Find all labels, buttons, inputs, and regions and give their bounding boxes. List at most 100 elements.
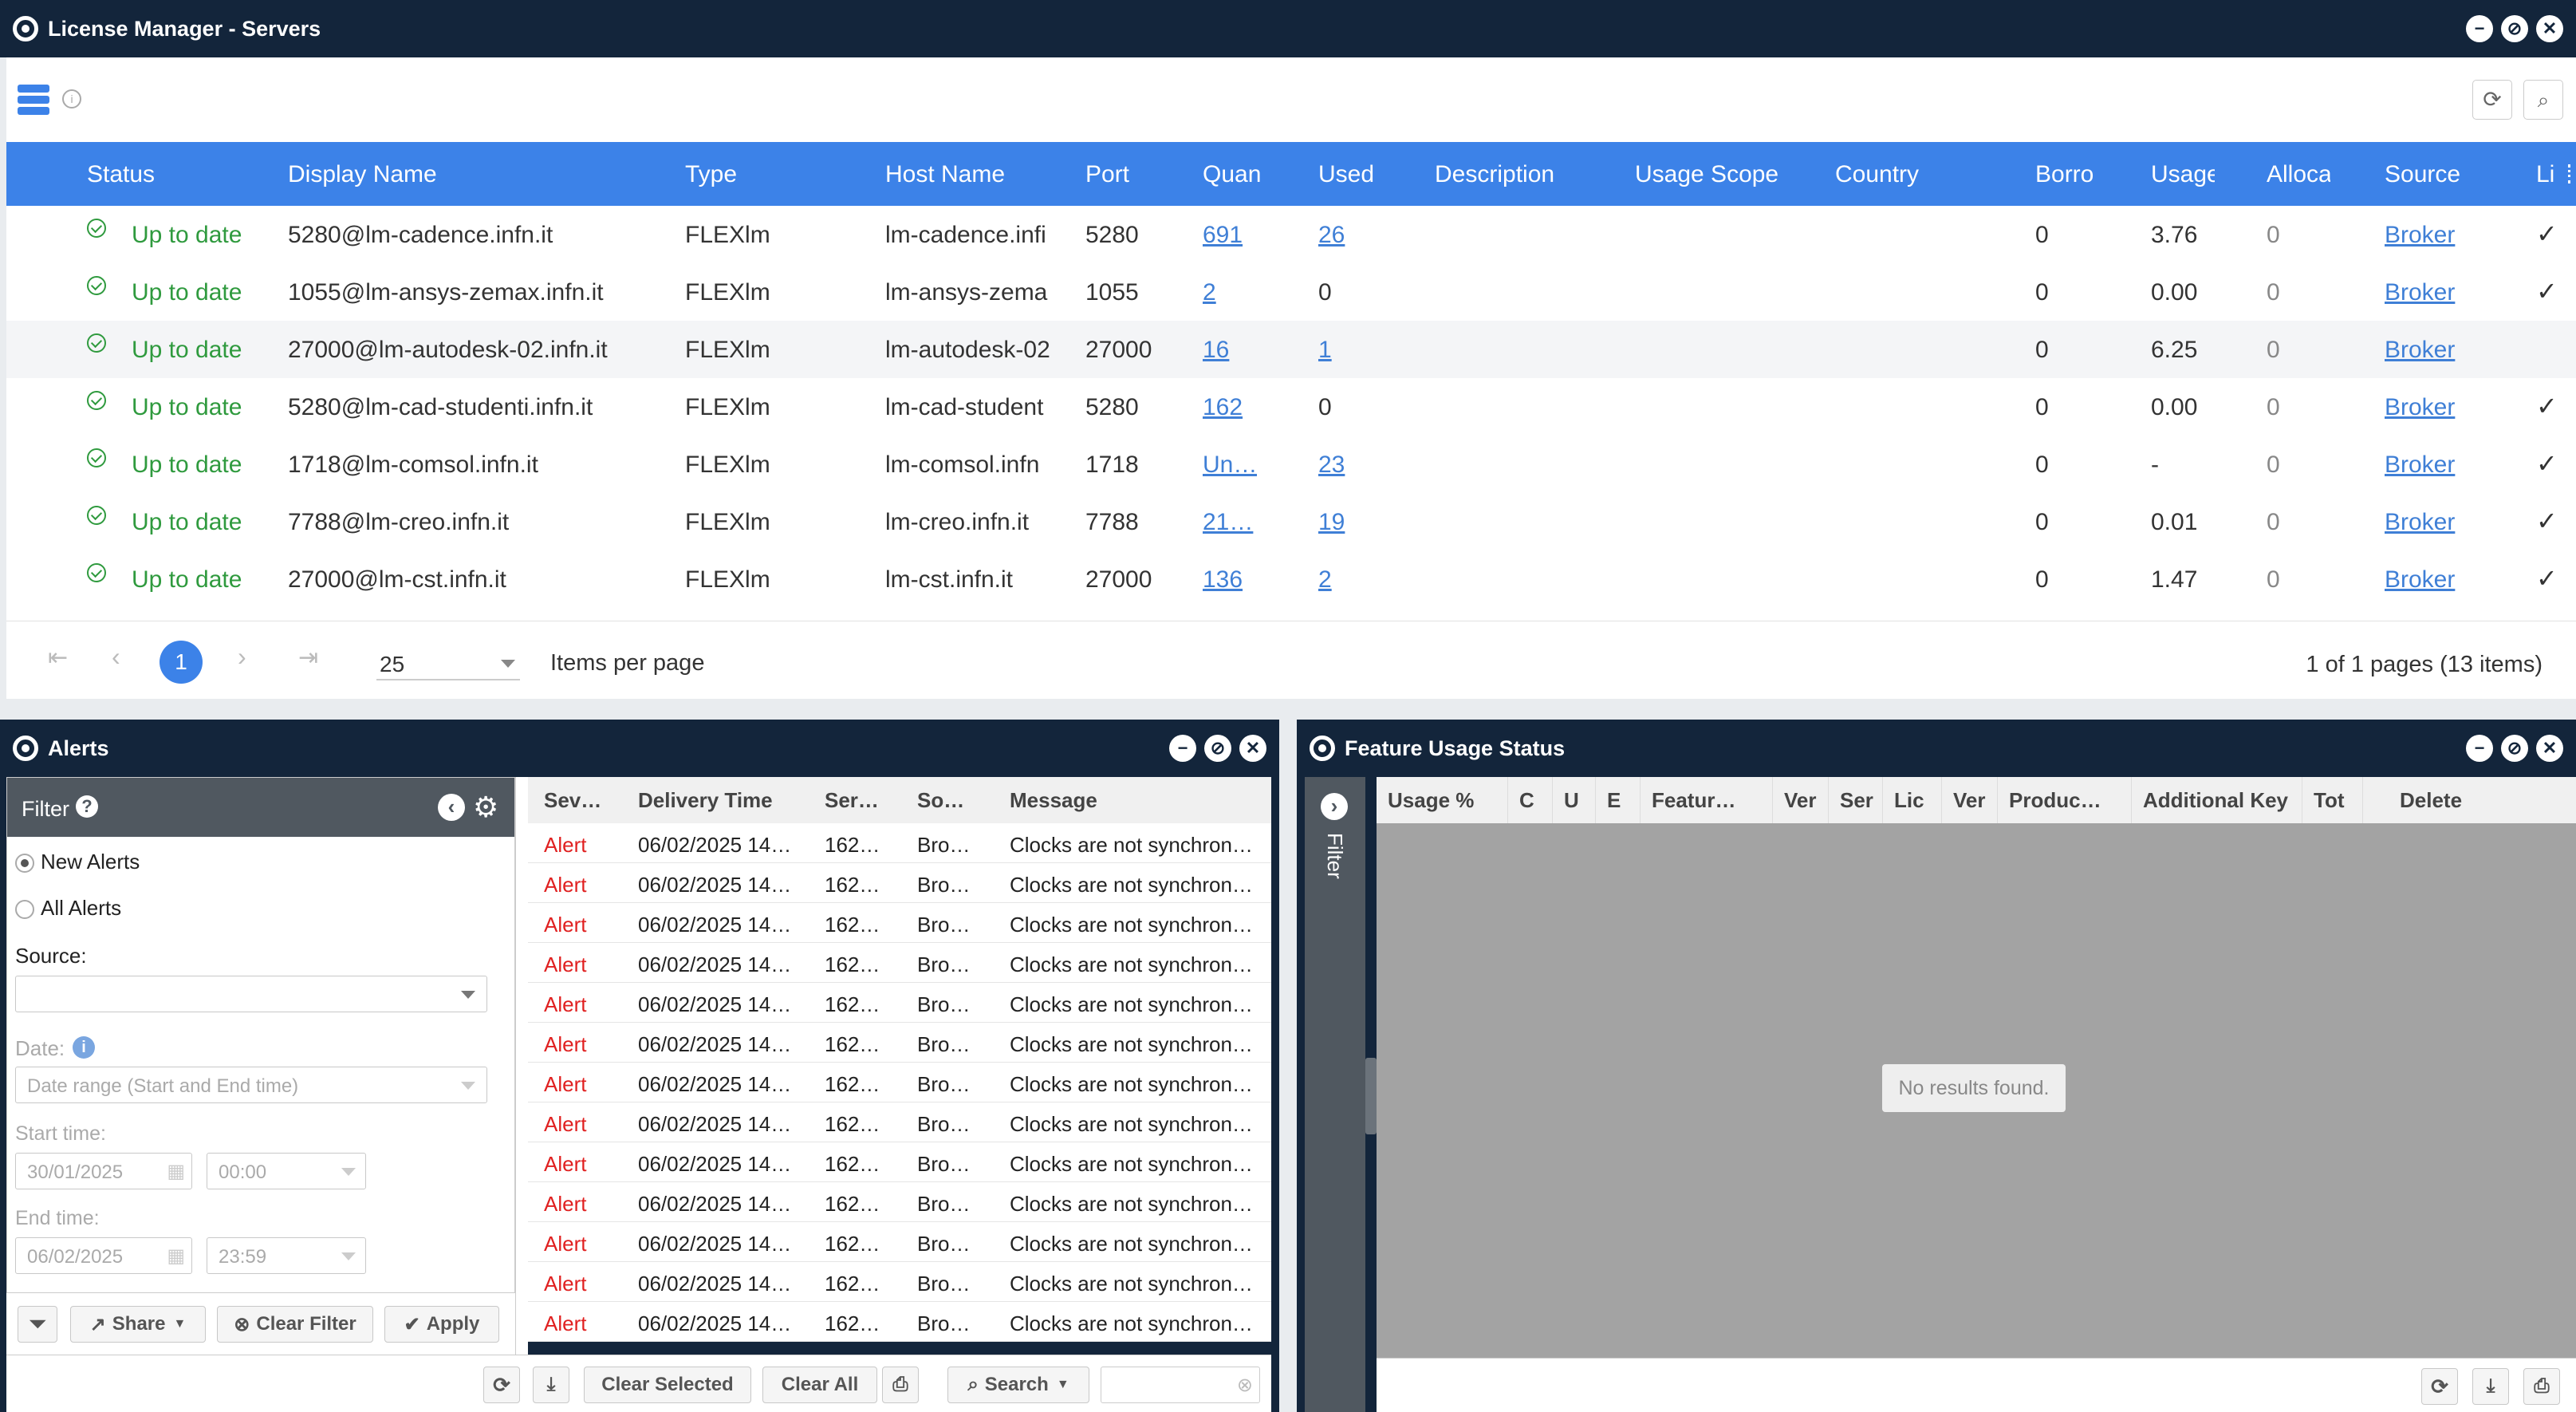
col-country[interactable]: Country (1835, 161, 1963, 188)
col-version[interactable]: Ver (1772, 777, 1828, 823)
start-date-input[interactable]: 30/01/2025 ▦ (15, 1153, 192, 1189)
end-date-input[interactable]: 06/02/2025 ▦ (15, 1237, 192, 1274)
refresh-button[interactable]: ⟳ (483, 1367, 520, 1403)
alert-row[interactable]: Alert 06/02/2025 14… 162… Bro… Clocks are no… (528, 943, 1271, 983)
col-server[interactable]: Ser (1828, 777, 1882, 823)
alert-row[interactable]: Alert 06/02/2025 14… 162… Bro… Clocks are no… (528, 1182, 1271, 1222)
minimize-icon[interactable]: − (2466, 735, 2493, 762)
calendar-icon[interactable]: ▦ (167, 1244, 185, 1268)
alert-row[interactable]: Alert 06/02/2025 14… 162… Bro… Clocks are no… (528, 1222, 1271, 1262)
alert-row[interactable]: Alert 06/02/2025 14… 162… Bro… Clocks are no… (528, 983, 1271, 1023)
source-select[interactable] (15, 976, 487, 1012)
col-product[interactable]: Produc… (1997, 777, 2131, 823)
col-message[interactable]: Message (1010, 788, 1249, 813)
list-view-icon[interactable] (18, 85, 49, 116)
clear-all-button[interactable]: Clear All (762, 1367, 877, 1403)
minimize-icon[interactable]: − (1169, 735, 1196, 762)
minimize-icon[interactable]: − (2466, 15, 2493, 42)
table-row[interactable]: Up to date 27000@lm-autodesk-02.infn.it FL… (6, 321, 2576, 378)
alert-row[interactable]: Alert 06/02/2025 14… 162… Bro… Clocks are no… (528, 1023, 1271, 1063)
new-alerts-radio[interactable]: New Alerts (15, 850, 140, 874)
col-delete[interactable]: Delete (2362, 777, 2576, 823)
col-port[interactable]: Port (1085, 161, 1165, 188)
col-u[interactable]: U (1552, 777, 1595, 823)
used-value[interactable]: 26 (1318, 222, 1414, 249)
search-button[interactable]: ⌕ (2523, 80, 2563, 120)
refresh-button[interactable]: ⟳ (2421, 1368, 2458, 1405)
alert-row[interactable]: Alert 06/02/2025 14… 162… Bro… Clocks are no… (528, 823, 1271, 863)
col-vendor[interactable]: Ver (1941, 777, 1997, 823)
col-additional-key[interactable]: Additional Key (2131, 777, 2302, 823)
table-row[interactable]: Up to date 5280@lm-cadence.infn.it FLEXlm l… (6, 206, 2576, 263)
col-type[interactable]: Type (685, 161, 781, 188)
table-row[interactable]: Up to date 7788@lm-creo.infn.it FLEXlm lm-c… (6, 493, 2576, 550)
col-status[interactable]: Status (87, 161, 230, 188)
restore-icon[interactable]: ⊘ (2501, 15, 2528, 42)
restore-icon[interactable]: ⊘ (2501, 735, 2528, 762)
quantity-link[interactable]: 136 (1203, 566, 1257, 594)
col-license[interactable]: Lic (1882, 777, 1941, 823)
feature-splitter-handle[interactable] (1365, 1058, 1377, 1134)
calendar-icon[interactable]: ▦ (167, 1160, 185, 1183)
close-icon[interactable]: ✕ (2536, 15, 2563, 42)
clear-selected-button[interactable]: Clear Selected (584, 1367, 751, 1403)
col-usage-percent[interactable]: Usage % (1377, 777, 1507, 823)
prev-page-icon[interactable]: ‹ (112, 642, 120, 672)
table-row[interactable]: Up to date 1718@lm-comsol.infn.it FLEXlm lm… (6, 436, 2576, 493)
start-time-input[interactable]: 00:00 (207, 1153, 366, 1189)
col-c[interactable]: C (1507, 777, 1552, 823)
col-total[interactable]: Tot (2302, 777, 2362, 823)
source-link[interactable]: Broker (2385, 337, 2480, 364)
first-page-icon[interactable]: ⇤ (48, 644, 68, 672)
alert-row[interactable]: Alert 06/02/2025 14… 162… Bro… Clocks are no… (528, 863, 1271, 903)
collapse-left-icon[interactable]: ‹ (438, 794, 465, 821)
table-row[interactable]: Up to date 27000@lm-cst.infn.it FLEXlm lm-c… (6, 550, 2576, 608)
filter-funnel-button[interactable]: ⏷ (18, 1306, 57, 1343)
alert-row[interactable]: Alert 06/02/2025 14… 162… Bro… Clocks are no… (528, 1102, 1271, 1142)
quantity-link[interactable]: 16 (1203, 337, 1257, 364)
table-row[interactable]: Up to date 1055@lm-ansys-zemax.infn.it FLE… (6, 263, 2576, 321)
col-feature[interactable]: Featur… (1640, 777, 1772, 823)
col-usage-scope[interactable]: Usage Scope (1635, 161, 1810, 188)
table-row[interactable]: Up to date 5280@lm-cad-studenti.infn.it FL… (6, 378, 2576, 436)
source-link[interactable]: Broker (2385, 566, 2480, 594)
end-time-input[interactable]: 23:59 (207, 1237, 366, 1274)
source-link[interactable]: Broker (2385, 452, 2480, 479)
alert-row[interactable]: Alert 06/02/2025 14… 162… Bro… Clocks are no… (528, 1302, 1271, 1342)
col-e[interactable]: E (1595, 777, 1640, 823)
column-resize-handle-icon[interactable] (2568, 164, 2573, 183)
date-range-select[interactable]: Date range (Start and End time) (15, 1067, 487, 1103)
search-input[interactable]: ⊗ (1101, 1367, 1260, 1403)
quantity-link[interactable]: 21… (1203, 509, 1257, 536)
next-page-icon[interactable]: › (238, 642, 246, 672)
info-icon[interactable]: i (73, 1036, 95, 1059)
splitter-handle[interactable] (515, 777, 528, 1355)
close-icon[interactable]: ✕ (1239, 735, 1266, 762)
col-delivery-time[interactable]: Delivery Time (638, 788, 805, 813)
feature-filter-tab[interactable]: › Filter (1305, 777, 1365, 1412)
used-value[interactable]: 23 (1318, 452, 1414, 479)
col-server[interactable]: Ser… (825, 788, 888, 813)
restore-icon[interactable]: ⊘ (1204, 735, 1231, 762)
col-host-name[interactable]: Host Name (885, 161, 1045, 188)
search-dropdown-button[interactable]: ⌕ Search ▼ (947, 1367, 1089, 1403)
source-link[interactable]: Broker (2385, 222, 2480, 249)
col-severity[interactable]: Sev… (544, 788, 608, 813)
alert-row[interactable]: Alert 06/02/2025 14… 162… Bro… Clocks are no… (528, 1063, 1271, 1102)
info-icon[interactable]: i (62, 89, 81, 108)
share-button[interactable]: ↗ Share ▼ (70, 1306, 206, 1343)
print-button[interactable]: ⎙ (882, 1367, 919, 1403)
gear-icon[interactable]: ⚙ (473, 791, 498, 824)
clear-filter-button[interactable]: ⊗ Clear Filter (217, 1306, 373, 1343)
col-allocated[interactable]: Alloca (2267, 161, 2330, 188)
source-link[interactable]: Broker (2385, 279, 2480, 306)
col-display-name[interactable]: Display Name (288, 161, 463, 188)
col-used[interactable]: Used (1318, 161, 1398, 188)
col-license[interactable]: Li (2536, 161, 2568, 188)
alert-row[interactable]: Alert 06/02/2025 14… 162… Bro… Clocks are no… (528, 1142, 1271, 1182)
refresh-button[interactable]: ⟳ (2472, 80, 2512, 120)
page-1-button[interactable]: 1 (160, 641, 203, 684)
download-button[interactable]: ⤓ (533, 1367, 569, 1403)
col-usage[interactable]: Usage (2151, 161, 2215, 188)
clear-search-icon[interactable]: ⊗ (1237, 1374, 1253, 1397)
